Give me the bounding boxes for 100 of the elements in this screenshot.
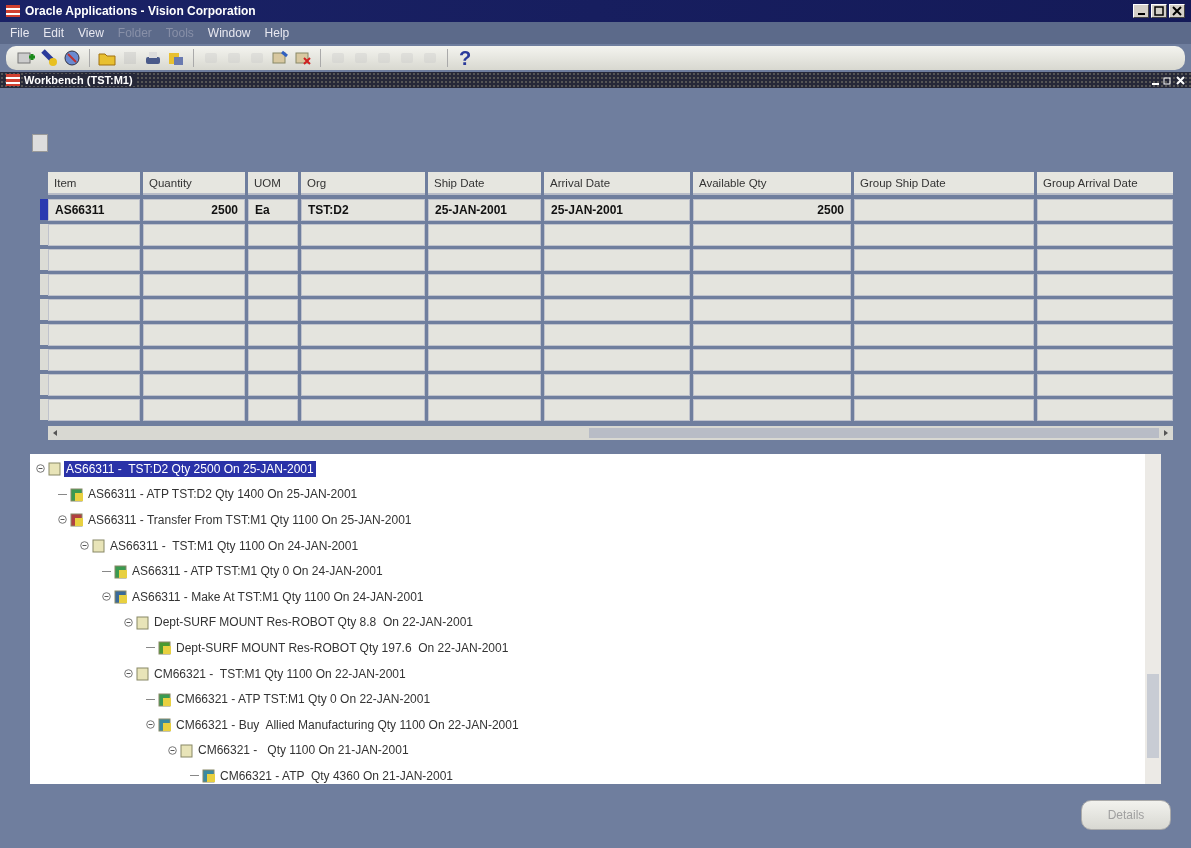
table-cell[interactable] [428, 399, 541, 421]
table-cell[interactable] [854, 324, 1034, 346]
table-cell[interactable] [143, 349, 245, 371]
table-cell[interactable] [143, 374, 245, 396]
tree-node[interactable]: AS66311 - TST:M1 Qty 1100 On 24-JAN-2001 [108, 537, 361, 554]
table-cell[interactable] [693, 249, 851, 271]
table-cell[interactable] [48, 349, 140, 371]
table-cell[interactable] [1037, 199, 1173, 221]
table-cell[interactable] [693, 349, 851, 371]
record-indicator[interactable] [40, 399, 48, 420]
collapse-icon[interactable] [168, 745, 177, 755]
table-cell[interactable] [1037, 349, 1173, 371]
tree-node[interactable]: CM66321 - TST:M1 Qty 1100 On 22-JAN-2001 [152, 665, 408, 682]
close-button[interactable] [1169, 4, 1185, 18]
collapse-icon[interactable] [146, 720, 155, 730]
tree-node[interactable]: Dept-SURF MOUNT Res-ROBOT Qty 8.8 On 22-JAN-2001 [152, 614, 475, 631]
table-cell[interactable]: 2500 [143, 199, 245, 221]
column-header[interactable]: Available Qty [693, 172, 851, 195]
table-cell[interactable] [854, 399, 1034, 421]
table-cell[interactable] [693, 224, 851, 246]
table-cell[interactable] [1037, 374, 1173, 396]
tree-node[interactable]: AS66311 - ATP TST:M1 Qty 0 On 24-JAN-2001 [130, 563, 385, 580]
table-cell[interactable] [248, 374, 298, 396]
table-cell[interactable] [248, 399, 298, 421]
help-button[interactable]: ? [455, 46, 476, 70]
column-header[interactable]: Group Arrival Date [1037, 172, 1173, 195]
column-header[interactable]: Group Ship Date [854, 172, 1034, 195]
table-cell[interactable] [428, 374, 541, 396]
vertical-scrollbar[interactable] [1145, 454, 1161, 784]
table-cell[interactable] [544, 299, 690, 321]
table-cell[interactable] [248, 349, 298, 371]
collapse-icon[interactable] [124, 669, 133, 679]
collapse-icon[interactable] [58, 515, 67, 525]
table-cell[interactable] [428, 274, 541, 296]
table-cell[interactable] [301, 224, 425, 246]
record-indicator[interactable] [40, 224, 48, 245]
column-header[interactable]: Org [301, 172, 425, 195]
menu-item[interactable]: View [78, 26, 104, 40]
column-header[interactable]: Item [48, 172, 140, 195]
table-cell[interactable] [854, 249, 1034, 271]
tree-node[interactable]: CM66321 - Buy Allied Manufacturing Qty 1100 On 22-JAN-2001 [174, 716, 521, 733]
table-cell[interactable] [544, 324, 690, 346]
table-cell[interactable] [301, 299, 425, 321]
table-cell[interactable] [143, 249, 245, 271]
table-cell[interactable] [48, 249, 140, 271]
table-cell[interactable] [854, 224, 1034, 246]
table-cell[interactable] [48, 374, 140, 396]
table-cell[interactable] [301, 374, 425, 396]
menu-item[interactable]: Help [264, 26, 290, 40]
table-cell[interactable] [544, 349, 690, 371]
delrec-tool-icon[interactable] [293, 49, 313, 67]
table-cell[interactable] [1037, 224, 1173, 246]
table-cell[interactable] [48, 224, 140, 246]
tree-node[interactable]: AS66311 - TST:D2 Qty 2500 On 25-JAN-2001 [64, 460, 316, 477]
menu-item[interactable]: File [10, 26, 30, 40]
table-cell[interactable] [854, 199, 1034, 221]
table-cell[interactable] [693, 299, 851, 321]
table-cell[interactable] [248, 274, 298, 296]
table-cell[interactable] [248, 324, 298, 346]
table-cell[interactable] [48, 299, 140, 321]
table-cell[interactable] [693, 399, 851, 421]
table-cell[interactable] [854, 299, 1034, 321]
record-indicator[interactable] [40, 299, 48, 320]
tree-node[interactable]: CM66321 - ATP TST:M1 Qty 0 On 22-JAN-2001 [174, 691, 433, 708]
close-button[interactable] [1176, 75, 1185, 85]
table-cell[interactable] [544, 399, 690, 421]
table-cell[interactable] [301, 274, 425, 296]
table-cell[interactable] [1037, 324, 1173, 346]
table-cell[interactable]: AS66311 [48, 199, 140, 221]
table-cell[interactable] [248, 249, 298, 271]
table-cell[interactable] [143, 299, 245, 321]
table-cell[interactable] [544, 374, 690, 396]
table-cell[interactable] [301, 249, 425, 271]
table-cell[interactable] [854, 274, 1034, 296]
record-indicator[interactable] [40, 349, 48, 370]
menu-item[interactable]: Edit [43, 26, 65, 40]
table-cell[interactable] [248, 299, 298, 321]
table-cell[interactable] [1037, 249, 1173, 271]
table-cell[interactable]: Ea [248, 199, 298, 221]
collapse-icon[interactable] [102, 592, 111, 602]
print-tool-icon[interactable] [143, 49, 163, 67]
column-header[interactable]: Arrival Date [544, 172, 690, 195]
new-tool-icon[interactable] [16, 49, 36, 67]
table-cell[interactable] [544, 224, 690, 246]
table-cell[interactable] [854, 374, 1034, 396]
record-indicator[interactable] [40, 374, 48, 395]
table-cell[interactable] [301, 399, 425, 421]
collapse-icon[interactable] [36, 464, 45, 474]
table-cell[interactable] [1037, 299, 1173, 321]
table-cell[interactable] [428, 349, 541, 371]
table-cell[interactable] [428, 249, 541, 271]
table-cell[interactable] [693, 274, 851, 296]
table-cell[interactable] [143, 224, 245, 246]
menu-item[interactable]: Window [207, 26, 251, 40]
tree-node[interactable]: CM66321 - Qty 1100 On 21-JAN-2001 [196, 742, 411, 759]
restore-button[interactable] [1163, 75, 1172, 85]
table-cell[interactable] [301, 324, 425, 346]
table-cell[interactable] [428, 224, 541, 246]
table-cell[interactable]: 25-JAN-2001 [544, 199, 690, 221]
collapse-icon[interactable] [124, 617, 133, 627]
